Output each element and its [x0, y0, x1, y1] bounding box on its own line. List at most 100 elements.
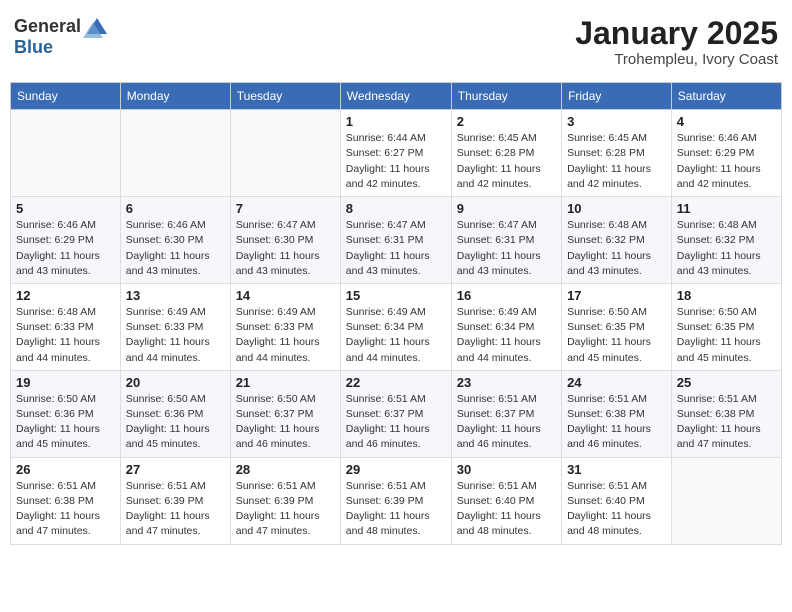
- day-number: 2: [457, 114, 556, 129]
- day-number: 24: [567, 375, 666, 390]
- day-number: 3: [567, 114, 666, 129]
- day-info: Sunrise: 6:47 AMSunset: 6:30 PMDaylight:…: [236, 218, 335, 279]
- table-row: 4 Sunrise: 6:46 AMSunset: 6:29 PMDaylight…: [671, 110, 781, 197]
- page-header: General Blue January 2025 Trohempleu, Iv…: [10, 10, 782, 74]
- table-row: 24 Sunrise: 6:51 AMSunset: 6:38 PMDayligh…: [562, 370, 672, 457]
- title-block: January 2025 Trohempleu, Ivory Coast: [575, 16, 778, 68]
- day-info: Sunrise: 6:49 AMSunset: 6:34 PMDaylight:…: [346, 305, 446, 366]
- table-row: 18Sunrise: 6:50 AMSunset: 6:35 PMDayligh…: [671, 283, 781, 370]
- calendar-week-row: 26 Sunrise: 6:51 AMSunset: 6:38 PMDayligh…: [11, 457, 782, 544]
- col-thursday: Thursday: [451, 83, 561, 110]
- table-row: 19 Sunrise: 6:50 AMSunset: 6:36 PMDayligh…: [11, 370, 121, 457]
- day-number: 31: [567, 462, 666, 477]
- table-row: 5 Sunrise: 6:46 AMSunset: 6:29 PMDaylight…: [11, 197, 121, 284]
- day-number: 5: [16, 201, 115, 216]
- day-number: 21: [236, 375, 335, 390]
- day-number: 26: [16, 462, 115, 477]
- day-number: 16: [457, 288, 556, 303]
- logo-blue: Blue: [14, 38, 107, 58]
- calendar-week-row: 5 Sunrise: 6:46 AMSunset: 6:29 PMDaylight…: [11, 197, 782, 284]
- table-row: 23Sunrise: 6:51 AMSunset: 6:37 PMDayligh…: [451, 370, 561, 457]
- table-row: [671, 457, 781, 544]
- col-monday: Monday: [120, 83, 230, 110]
- day-number: 28: [236, 462, 335, 477]
- day-info: Sunrise: 6:51 AMSunset: 6:37 PMDaylight:…: [346, 392, 446, 453]
- day-info: Sunrise: 6:50 AMSunset: 6:35 PMDaylight:…: [567, 305, 666, 366]
- calendar-week-row: 12 Sunrise: 6:48 AMSunset: 6:33 PMDayligh…: [11, 283, 782, 370]
- day-info: Sunrise: 6:51 AMSunset: 6:40 PMDaylight:…: [567, 479, 666, 540]
- table-row: 28 Sunrise: 6:51 AMSunset: 6:39 PMDayligh…: [230, 457, 340, 544]
- table-row: 3 Sunrise: 6:45 AMSunset: 6:28 PMDaylight…: [562, 110, 672, 197]
- day-info: Sunrise: 6:48 AMSunset: 6:33 PMDaylight:…: [16, 305, 115, 366]
- day-number: 12: [16, 288, 115, 303]
- day-info: Sunrise: 6:47 AMSunset: 6:31 PMDaylight:…: [346, 218, 446, 279]
- logo-general: General: [14, 17, 81, 37]
- day-number: 13: [126, 288, 225, 303]
- day-number: 4: [677, 114, 776, 129]
- location-subtitle: Trohempleu, Ivory Coast: [575, 51, 778, 68]
- table-row: 12 Sunrise: 6:48 AMSunset: 6:33 PMDayligh…: [11, 283, 121, 370]
- day-info: Sunrise: 6:51 AMSunset: 6:38 PMDaylight:…: [567, 392, 666, 453]
- day-info: Sunrise: 6:50 AMSunset: 6:36 PMDaylight:…: [16, 392, 115, 453]
- table-row: 26 Sunrise: 6:51 AMSunset: 6:38 PMDayligh…: [11, 457, 121, 544]
- day-number: 17: [567, 288, 666, 303]
- month-title: January 2025: [575, 16, 778, 51]
- table-row: 9 Sunrise: 6:47 AMSunset: 6:31 PMDaylight…: [451, 197, 561, 284]
- day-info: Sunrise: 6:51 AMSunset: 6:38 PMDaylight:…: [677, 392, 776, 453]
- day-info: Sunrise: 6:49 AMSunset: 6:33 PMDaylight:…: [236, 305, 335, 366]
- day-info: Sunrise: 6:51 AMSunset: 6:38 PMDaylight:…: [16, 479, 115, 540]
- calendar-week-row: 1Sunrise: 6:44 AMSunset: 6:27 PMDaylight…: [11, 110, 782, 197]
- day-info: Sunrise: 6:45 AMSunset: 6:28 PMDaylight:…: [457, 131, 556, 192]
- table-row: 16 Sunrise: 6:49 AMSunset: 6:34 PMDayligh…: [451, 283, 561, 370]
- col-wednesday: Wednesday: [340, 83, 451, 110]
- table-row: 31 Sunrise: 6:51 AMSunset: 6:40 PMDayligh…: [562, 457, 672, 544]
- day-info: Sunrise: 6:46 AMSunset: 6:30 PMDaylight:…: [126, 218, 225, 279]
- day-number: 30: [457, 462, 556, 477]
- table-row: 2 Sunrise: 6:45 AMSunset: 6:28 PMDaylight…: [451, 110, 561, 197]
- day-number: 7: [236, 201, 335, 216]
- day-number: 10: [567, 201, 666, 216]
- day-info: Sunrise: 6:44 AMSunset: 6:27 PMDaylight:…: [346, 131, 446, 192]
- day-info: Sunrise: 6:51 AMSunset: 6:40 PMDaylight:…: [457, 479, 556, 540]
- day-info: Sunrise: 6:50 AMSunset: 6:37 PMDaylight:…: [236, 392, 335, 453]
- day-number: 23: [457, 375, 556, 390]
- day-info: Sunrise: 6:48 AMSunset: 6:32 PMDaylight:…: [677, 218, 776, 279]
- day-number: 11: [677, 201, 776, 216]
- day-number: 8: [346, 201, 446, 216]
- table-row: 29Sunrise: 6:51 AMSunset: 6:39 PMDayligh…: [340, 457, 451, 544]
- day-number: 25: [677, 375, 776, 390]
- day-info: Sunrise: 6:51 AMSunset: 6:39 PMDaylight:…: [126, 479, 225, 540]
- table-row: 25 Sunrise: 6:51 AMSunset: 6:38 PMDayligh…: [671, 370, 781, 457]
- day-number: 29: [346, 462, 446, 477]
- calendar-header-row: Sunday Monday Tuesday Wednesday Thursday…: [11, 83, 782, 110]
- table-row: 17 Sunrise: 6:50 AMSunset: 6:35 PMDayligh…: [562, 283, 672, 370]
- logo-icon: [83, 16, 107, 38]
- day-info: Sunrise: 6:50 AMSunset: 6:35 PMDaylight:…: [677, 305, 776, 366]
- day-info: Sunrise: 6:51 AMSunset: 6:39 PMDaylight:…: [236, 479, 335, 540]
- table-row: [11, 110, 121, 197]
- day-number: 9: [457, 201, 556, 216]
- day-info: Sunrise: 6:48 AMSunset: 6:32 PMDaylight:…: [567, 218, 666, 279]
- calendar-table: Sunday Monday Tuesday Wednesday Thursday…: [10, 82, 782, 544]
- day-info: Sunrise: 6:46 AMSunset: 6:29 PMDaylight:…: [16, 218, 115, 279]
- day-info: Sunrise: 6:46 AMSunset: 6:29 PMDaylight:…: [677, 131, 776, 192]
- table-row: 11 Sunrise: 6:48 AMSunset: 6:32 PMDayligh…: [671, 197, 781, 284]
- logo-text: General Blue: [14, 16, 107, 58]
- table-row: [230, 110, 340, 197]
- table-row: 8 Sunrise: 6:47 AMSunset: 6:31 PMDaylight…: [340, 197, 451, 284]
- col-friday: Friday: [562, 83, 672, 110]
- day-number: 22: [346, 375, 446, 390]
- table-row: 1Sunrise: 6:44 AMSunset: 6:27 PMDaylight…: [340, 110, 451, 197]
- col-tuesday: Tuesday: [230, 83, 340, 110]
- col-sunday: Sunday: [11, 83, 121, 110]
- day-info: Sunrise: 6:47 AMSunset: 6:31 PMDaylight:…: [457, 218, 556, 279]
- table-row: 7 Sunrise: 6:47 AMSunset: 6:30 PMDaylight…: [230, 197, 340, 284]
- table-row: 21 Sunrise: 6:50 AMSunset: 6:37 PMDayligh…: [230, 370, 340, 457]
- day-info: Sunrise: 6:49 AMSunset: 6:34 PMDaylight:…: [457, 305, 556, 366]
- day-number: 27: [126, 462, 225, 477]
- table-row: 15Sunrise: 6:49 AMSunset: 6:34 PMDayligh…: [340, 283, 451, 370]
- day-info: Sunrise: 6:45 AMSunset: 6:28 PMDaylight:…: [567, 131, 666, 192]
- table-row: 13Sunrise: 6:49 AMSunset: 6:33 PMDayligh…: [120, 283, 230, 370]
- day-info: Sunrise: 6:50 AMSunset: 6:36 PMDaylight:…: [126, 392, 225, 453]
- day-number: 19: [16, 375, 115, 390]
